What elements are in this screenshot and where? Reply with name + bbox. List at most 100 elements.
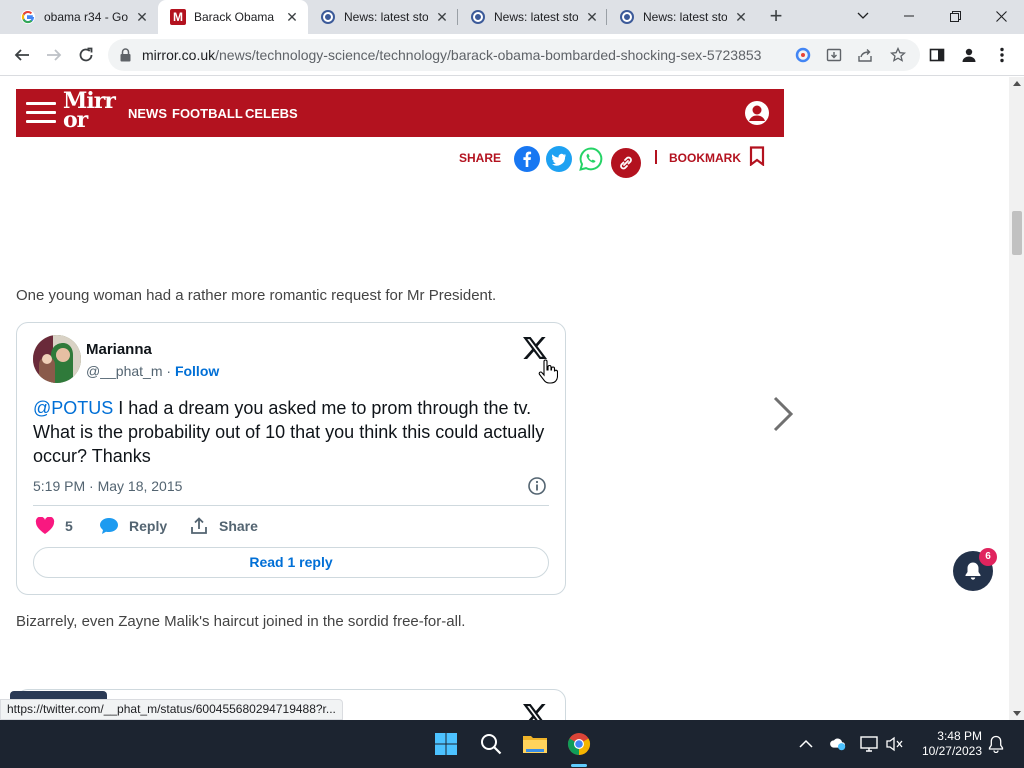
- nav-football[interactable]: FOOTBALL: [172, 106, 243, 121]
- page-scrollbar[interactable]: [1009, 77, 1024, 720]
- read-replies-button[interactable]: Read 1 reply: [33, 547, 549, 578]
- share-label: Share: [219, 518, 258, 534]
- like-action[interactable]: 5: [35, 516, 73, 536]
- handle-separator: ·: [162, 363, 175, 379]
- copy-link-icon[interactable]: [611, 148, 641, 178]
- nav-celebs[interactable]: CELEBS: [245, 106, 298, 121]
- url-text[interactable]: mirror.co.uk/news/technology-science/tec…: [142, 47, 761, 63]
- scrollbar-thumb[interactable]: [1012, 211, 1022, 255]
- profile-icon[interactable]: [955, 41, 983, 69]
- close-tab-icon[interactable]: ✕: [134, 9, 150, 25]
- close-tab-icon[interactable]: ✕: [284, 9, 300, 25]
- notifications-bell-icon[interactable]: [987, 735, 1005, 753]
- nav-news[interactable]: NEWS: [128, 106, 167, 121]
- bookmark-label[interactable]: BOOKMARK: [669, 151, 741, 165]
- search-icon[interactable]: [475, 728, 507, 760]
- share-action[interactable]: Share: [189, 516, 258, 536]
- bookmark-divider: [655, 150, 657, 164]
- article-paragraph: Bizarrely, even Zayne Malik's haircut jo…: [16, 613, 466, 630]
- link-status-bar: https://twitter.com/__phat_m/status/6004…: [0, 699, 343, 720]
- reply-label: Reply: [129, 518, 168, 534]
- tab-title: Barack Obama I: [194, 10, 278, 24]
- tab-title: News: latest sto: [344, 10, 428, 24]
- clock-date: 10/27/2023: [921, 744, 982, 758]
- tab-news-3[interactable]: News: latest sto ✕: [607, 0, 757, 34]
- site-header: Mirr or NEWS FOOTBALL CELEBS: [16, 89, 784, 137]
- news-icon: [619, 9, 635, 25]
- volume-muted-icon[interactable]: [886, 735, 904, 753]
- reload-button[interactable]: [72, 41, 100, 69]
- like-count: 5: [65, 518, 73, 534]
- scroll-up-arrow-icon[interactable]: [1013, 81, 1021, 86]
- tweet-author-handle[interactable]: @__phat_m: [86, 363, 162, 379]
- google-lens-icon[interactable]: [792, 44, 814, 66]
- bookmark-icon[interactable]: [749, 146, 765, 171]
- info-icon[interactable]: [527, 476, 547, 501]
- forward-button[interactable]: [40, 41, 68, 69]
- install-app-icon[interactable]: [823, 44, 845, 66]
- mirror-logo[interactable]: Mirr or: [63, 90, 116, 131]
- reply-action[interactable]: Reply: [99, 516, 167, 536]
- url-path: /news/technology-science/technology/bara…: [215, 47, 762, 63]
- heart-icon: [35, 517, 55, 534]
- onedrive-icon[interactable]: [829, 735, 847, 753]
- whatsapp-icon[interactable]: [578, 146, 604, 172]
- taskbar-clock[interactable]: 3:48 PM 10/27/2023: [914, 729, 982, 759]
- star-icon[interactable]: [887, 44, 909, 66]
- restore-button[interactable]: [932, 0, 978, 32]
- new-tab-button[interactable]: +: [764, 5, 788, 29]
- address-bar[interactable]: mirror.co.uk/news/technology-science/tec…: [108, 39, 920, 71]
- tweet-timestamp[interactable]: 5:19 PM · May 18, 2015: [33, 478, 182, 494]
- tweet-mention-link[interactable]: @POTUS: [33, 398, 113, 418]
- reply-bubble-icon: [100, 518, 118, 534]
- hand-cursor-icon: [538, 359, 559, 390]
- tab-search-button[interactable]: [840, 0, 886, 32]
- display-icon[interactable]: [860, 735, 878, 753]
- tweet-text: @POTUS I had a dream you asked me to pro…: [33, 396, 553, 468]
- share-label: SHARE: [459, 151, 502, 165]
- tweet-author-name[interactable]: Marianna: [86, 341, 152, 358]
- side-panel-icon[interactable]: [923, 41, 951, 69]
- follow-link[interactable]: Follow: [175, 363, 219, 379]
- scroll-down-arrow-icon[interactable]: [1013, 711, 1021, 716]
- chevron-right-icon[interactable]: [770, 395, 796, 438]
- close-tab-icon[interactable]: ✕: [733, 9, 749, 25]
- browser-toolbar: mirror.co.uk/news/technology-science/tec…: [0, 34, 1024, 76]
- tab-news-1[interactable]: News: latest sto ✕: [308, 0, 458, 34]
- file-explorer-icon[interactable]: [519, 728, 551, 760]
- embedded-tweet[interactable]: Marianna @__phat_m · Follow @POTUS I had…: [16, 322, 566, 595]
- tab-title: News: latest sto: [494, 10, 578, 24]
- google-icon: [20, 9, 36, 25]
- chevron-up-icon[interactable]: [797, 735, 815, 753]
- windows-start-icon[interactable]: [430, 728, 462, 760]
- share-page-icon[interactable]: [854, 44, 876, 66]
- close-tab-icon[interactable]: ✕: [584, 9, 600, 25]
- tweet-avatar[interactable]: [33, 335, 81, 383]
- tab-mirror-article[interactable]: M Barack Obama I ✕: [158, 0, 308, 34]
- menu-icon[interactable]: [988, 41, 1016, 69]
- news-icon: [470, 9, 486, 25]
- twitter-icon[interactable]: [546, 146, 572, 172]
- minimize-button[interactable]: [886, 0, 932, 32]
- tab-title: obama r34 - Go: [44, 10, 128, 24]
- tab-news-2[interactable]: News: latest sto ✕: [458, 0, 608, 34]
- x-logo-icon[interactable]: [523, 704, 547, 720]
- news-icon: [320, 9, 336, 25]
- close-tab-icon[interactable]: ✕: [434, 9, 450, 25]
- share-bar: SHARE BOOKMARK: [0, 146, 800, 178]
- windows-taskbar: 3:48 PM 10/27/2023: [0, 720, 1024, 768]
- user-account-icon[interactable]: [744, 100, 770, 131]
- lock-icon[interactable]: [120, 48, 131, 67]
- article-paragraph: One young woman had a rather more romant…: [16, 287, 497, 304]
- close-window-button[interactable]: [978, 0, 1024, 32]
- tab-google-search[interactable]: obama r34 - Go ✕: [8, 0, 158, 34]
- hamburger-menu-icon[interactable]: [26, 102, 56, 124]
- chrome-icon[interactable]: [563, 728, 595, 760]
- tweet-divider: [33, 505, 549, 506]
- facebook-icon[interactable]: [514, 146, 540, 172]
- mirror-icon: M: [170, 9, 186, 25]
- back-button[interactable]: [8, 41, 36, 69]
- notification-bell-button[interactable]: 6: [953, 548, 997, 591]
- tab-strip: obama r34 - Go ✕ M Barack Obama I ✕ News…: [0, 0, 1024, 34]
- notification-count-badge: 6: [979, 548, 997, 566]
